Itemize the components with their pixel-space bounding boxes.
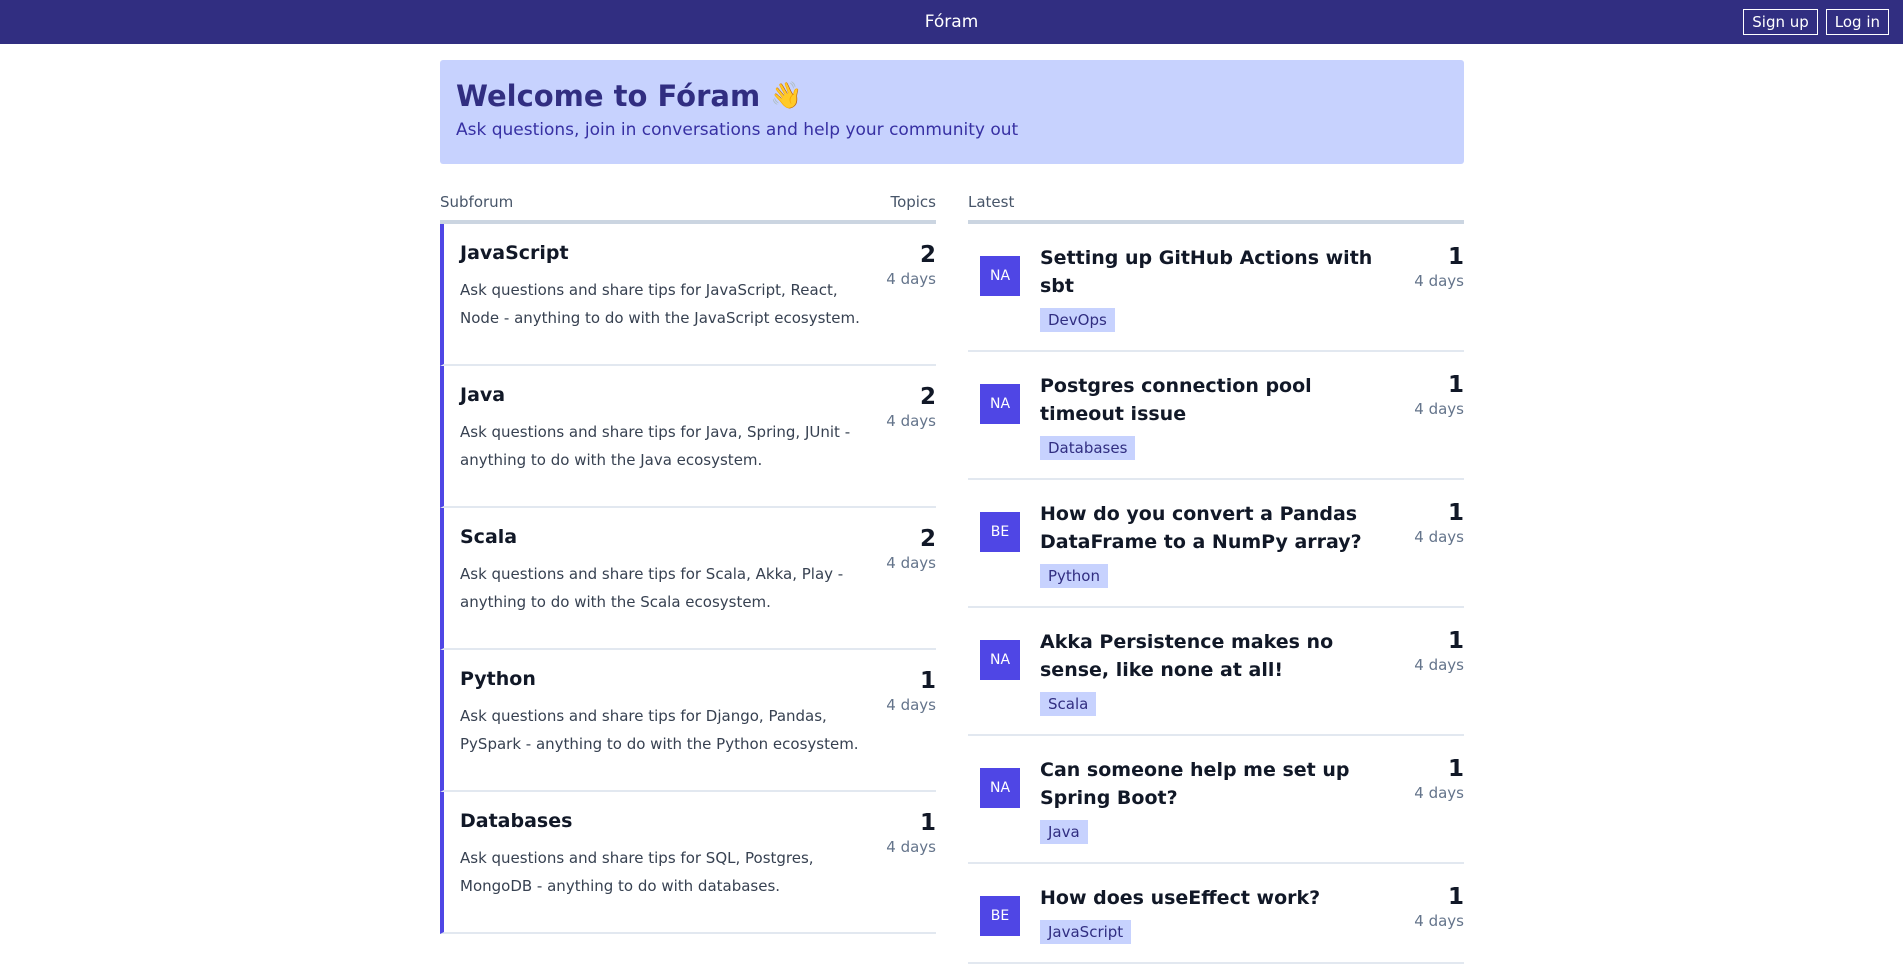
topic-title[interactable]: How does useEffect work? bbox=[1040, 884, 1380, 912]
topic-count: 2 bbox=[919, 384, 936, 410]
topic-stats: 1 4 days bbox=[1414, 884, 1464, 930]
last-activity: 4 days bbox=[1414, 656, 1464, 674]
signup-button[interactable]: Sign up bbox=[1743, 9, 1818, 35]
topic-body: How do you convert a Pandas DataFrame to… bbox=[1040, 500, 1380, 588]
reply-count: 1 bbox=[1447, 884, 1464, 910]
topic-tag[interactable]: Databases bbox=[1040, 436, 1136, 460]
topic-body: Can someone help me set up Spring Boot? J… bbox=[1040, 756, 1380, 844]
last-activity: 4 days bbox=[886, 412, 936, 430]
topic-title[interactable]: Postgres connection pool timeout issue bbox=[1040, 372, 1380, 428]
subforum-row[interactable]: Databases Ask questions and share tips fo… bbox=[440, 792, 936, 934]
avatar: BE bbox=[980, 512, 1020, 552]
subforum-stats: 1 4 days bbox=[886, 810, 936, 856]
topic-body: Postgres connection pool timeout issue Da… bbox=[1040, 372, 1380, 460]
topic-body: How does useEffect work? JavaScript bbox=[1040, 884, 1380, 944]
subforum-description: Ask questions and share tips for Scala, … bbox=[460, 565, 844, 611]
topic-tag[interactable]: Java bbox=[1040, 820, 1088, 844]
content-columns: Subforum Topics JavaScript Ask questions … bbox=[440, 193, 1464, 964]
latest-topic-row[interactable]: NA Setting up GitHub Actions with sbt DevO… bbox=[968, 224, 1464, 352]
latest-list-header: Latest bbox=[968, 193, 1464, 224]
topic-count: 2 bbox=[919, 526, 936, 552]
reply-count: 1 bbox=[1447, 628, 1464, 654]
last-activity: 4 days bbox=[1414, 528, 1464, 546]
avatar: NA bbox=[980, 256, 1020, 296]
last-activity: 4 days bbox=[886, 270, 936, 288]
topic-title[interactable]: Setting up GitHub Actions with sbt bbox=[1040, 244, 1380, 300]
subforum-name[interactable]: JavaScript bbox=[460, 242, 936, 264]
subforum-name[interactable]: Python bbox=[460, 668, 936, 690]
last-activity: 4 days bbox=[1414, 784, 1464, 802]
topic-stats: 1 4 days bbox=[1414, 372, 1464, 418]
last-activity: 4 days bbox=[1414, 400, 1464, 418]
avatar: BE bbox=[980, 896, 1020, 936]
subforum-stats: 2 4 days bbox=[886, 242, 936, 288]
topic-title[interactable]: Akka Persistence makes no sense, like no… bbox=[1040, 628, 1380, 684]
login-button[interactable]: Log in bbox=[1825, 9, 1889, 35]
subforum-stats: 1 4 days bbox=[886, 668, 936, 714]
subforum-row[interactable]: Python Ask questions and share tips for D… bbox=[440, 650, 936, 792]
topic-stats: 1 4 days bbox=[1414, 628, 1464, 674]
subforum-description: Ask questions and share tips for SQL, Po… bbox=[460, 849, 814, 895]
latest-topic-row[interactable]: BE How does useEffect work? JavaScript 1 4 d… bbox=[968, 864, 1464, 964]
topic-tag[interactable]: Scala bbox=[1040, 692, 1097, 716]
waving-hand-icon: 👋 bbox=[770, 81, 803, 111]
last-activity: 4 days bbox=[886, 696, 936, 714]
last-activity: 4 days bbox=[1414, 272, 1464, 290]
subforum-name[interactable]: Scala bbox=[460, 526, 936, 548]
subforum-row[interactable]: Scala Ask questions and share tips for Sc… bbox=[440, 508, 936, 650]
latest-topic-row[interactable]: NA Can someone help me set up Spring Boot… bbox=[968, 736, 1464, 864]
subforum-column-label: Subforum bbox=[440, 193, 514, 211]
subforum-name[interactable]: Java bbox=[460, 384, 936, 406]
topic-tag[interactable]: DevOps bbox=[1040, 308, 1115, 332]
topic-stats: 1 4 days bbox=[1414, 244, 1464, 290]
subforum-stats: 2 4 days bbox=[886, 526, 936, 572]
latest-topic-row[interactable]: NA Postgres connection pool timeout issue… bbox=[968, 352, 1464, 480]
subforum-stats: 2 4 days bbox=[886, 384, 936, 430]
avatar: NA bbox=[980, 640, 1020, 680]
topic-tag[interactable]: JavaScript bbox=[1040, 920, 1132, 944]
welcome-title: Welcome to Fóram 👋 bbox=[456, 78, 1448, 114]
subforum-list: Subforum Topics JavaScript Ask questions … bbox=[440, 193, 936, 964]
main-content: Welcome to Fóram 👋 Ask questions, join i… bbox=[440, 60, 1464, 964]
avatar: NA bbox=[980, 384, 1020, 424]
subforum-description: Ask questions and share tips for JavaScr… bbox=[460, 281, 860, 327]
reply-count: 1 bbox=[1447, 756, 1464, 782]
subforum-name[interactable]: Databases bbox=[460, 810, 936, 832]
topic-stats: 1 4 days bbox=[1414, 500, 1464, 546]
topic-stats: 1 4 days bbox=[1414, 756, 1464, 802]
topic-title[interactable]: Can someone help me set up Spring Boot? bbox=[1040, 756, 1380, 812]
brand-logo-text[interactable]: Fóram bbox=[925, 12, 979, 32]
top-nav-bar: Fóram Sign up Log in bbox=[0, 0, 1903, 44]
topic-count: 2 bbox=[919, 242, 936, 268]
topic-count: 1 bbox=[919, 810, 936, 836]
topic-body: Akka Persistence makes no sense, like no… bbox=[1040, 628, 1380, 716]
last-activity: 4 days bbox=[886, 838, 936, 856]
latest-topic-row[interactable]: BE How do you convert a Pandas DataFrame … bbox=[968, 480, 1464, 608]
subforum-row[interactable]: Java Ask questions and share tips for Jav… bbox=[440, 366, 936, 508]
welcome-title-text: Welcome to Fóram bbox=[456, 79, 761, 113]
latest-column-label: Latest bbox=[968, 193, 1015, 211]
subforum-row[interactable]: JavaScript Ask questions and share tips f… bbox=[440, 224, 936, 366]
reply-count: 1 bbox=[1447, 372, 1464, 398]
subforum-description: Ask questions and share tips for Java, S… bbox=[460, 423, 851, 469]
topics-column-label: Topics bbox=[890, 193, 936, 211]
reply-count: 1 bbox=[1447, 244, 1464, 270]
topic-body: Setting up GitHub Actions with sbt DevOps bbox=[1040, 244, 1380, 332]
latest-topic-row[interactable]: NA Akka Persistence makes no sense, like … bbox=[968, 608, 1464, 736]
subforum-description: Ask questions and share tips for Django,… bbox=[460, 707, 859, 753]
topic-title[interactable]: How do you convert a Pandas DataFrame to… bbox=[1040, 500, 1380, 556]
reply-count: 1 bbox=[1447, 500, 1464, 526]
topic-count: 1 bbox=[919, 668, 936, 694]
auth-buttons: Sign up Log in bbox=[1743, 9, 1889, 35]
topic-tag[interactable]: Python bbox=[1040, 564, 1108, 588]
subforum-list-header: Subforum Topics bbox=[440, 193, 936, 224]
last-activity: 4 days bbox=[1414, 912, 1464, 930]
avatar: NA bbox=[980, 768, 1020, 808]
latest-topics-list: Latest NA Setting up GitHub Actions with … bbox=[968, 193, 1464, 964]
welcome-banner: Welcome to Fóram 👋 Ask questions, join i… bbox=[440, 60, 1464, 164]
welcome-subtitle: Ask questions, join in conversations and… bbox=[456, 120, 1019, 140]
last-activity: 4 days bbox=[886, 554, 936, 572]
